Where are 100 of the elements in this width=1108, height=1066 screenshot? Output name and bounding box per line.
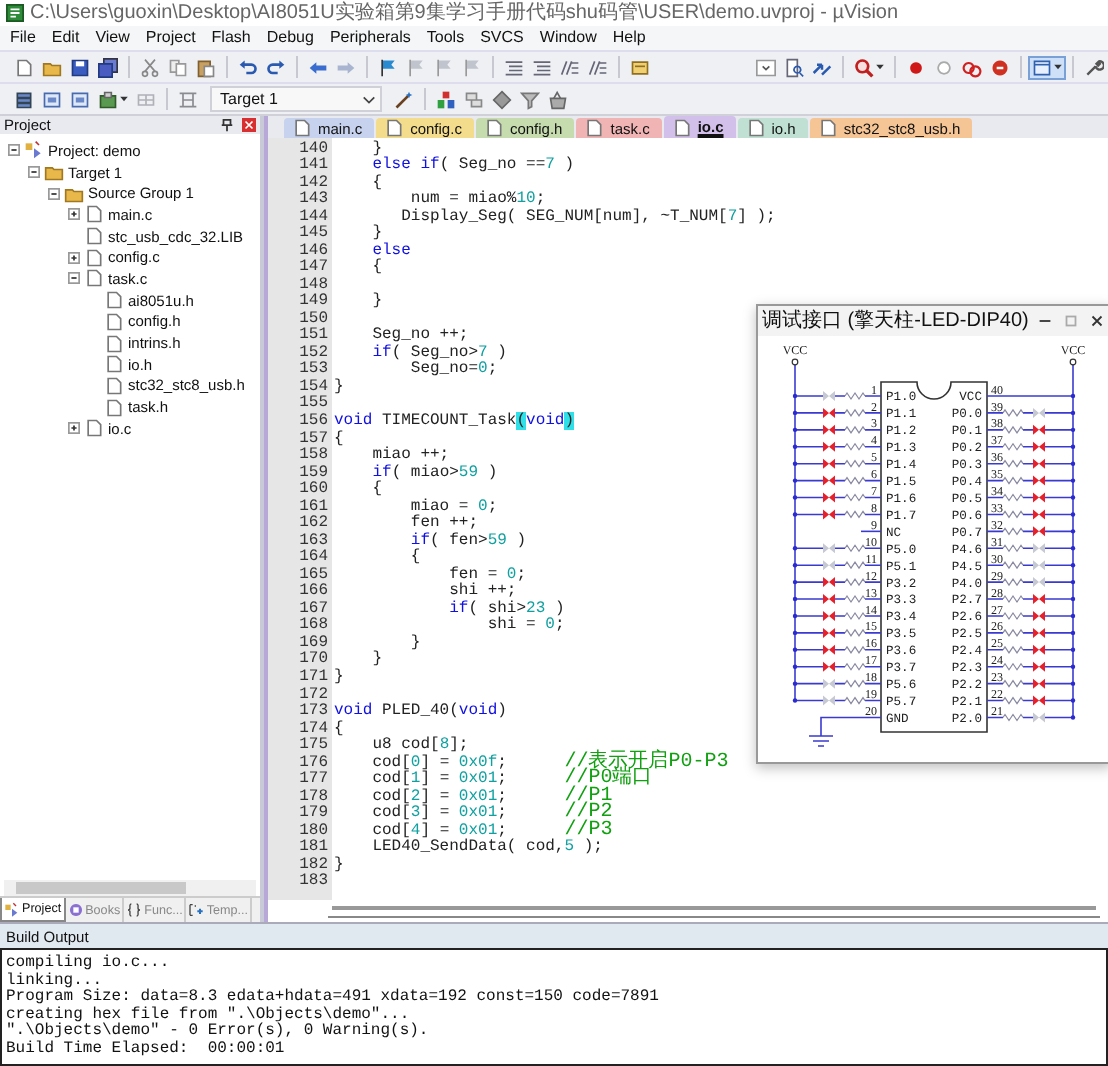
menu-item[interactable]: Debug xyxy=(266,28,314,48)
code-line: void PLED_40(void) xyxy=(334,704,507,721)
close-icon[interactable] xyxy=(1088,312,1106,330)
document-search-icon[interactable] xyxy=(784,57,804,77)
arrows-icon[interactable] xyxy=(812,57,832,77)
file-icon xyxy=(104,311,124,332)
uncomment-icon[interactable] xyxy=(588,57,608,77)
code-line: fen ++; xyxy=(408,516,479,533)
new-file-icon[interactable] xyxy=(14,57,34,77)
junction-dot xyxy=(792,647,798,652)
caret-icon[interactable] xyxy=(876,64,884,70)
build-icon[interactable] xyxy=(42,89,62,109)
expander-icon[interactable] xyxy=(68,251,80,264)
line-number: 171 xyxy=(297,669,328,687)
line-number: 159 xyxy=(297,465,328,482)
code-line: Display_Seg( SEG_NUM[num], ~T_NUM[7] ); xyxy=(399,209,776,227)
expander-icon[interactable] xyxy=(8,144,20,157)
junction-dot xyxy=(792,613,798,619)
menu-item[interactable]: Window xyxy=(539,28,597,48)
undo-icon[interactable] xyxy=(238,57,258,77)
caret-icon[interactable] xyxy=(120,96,128,102)
arrow-left-icon[interactable] xyxy=(308,57,328,77)
stack-icon[interactable] xyxy=(464,89,484,109)
breakpoint-icon[interactable] xyxy=(906,57,926,77)
translate-icon[interactable] xyxy=(14,89,34,109)
line-number: 146 xyxy=(297,243,328,260)
code-line: { xyxy=(370,175,383,193)
menu-item[interactable]: Tools xyxy=(426,28,465,48)
basket-icon[interactable] xyxy=(548,89,568,109)
copy-icon[interactable] xyxy=(168,57,188,77)
window-button[interactable] xyxy=(1028,55,1066,79)
resistor-icon xyxy=(844,594,866,604)
menu-item[interactable]: Edit xyxy=(51,28,80,48)
target-dropdown[interactable]: Target 1 xyxy=(210,86,382,112)
junction-dot xyxy=(1070,512,1076,517)
resistor-icon xyxy=(1002,442,1024,451)
junction-dot xyxy=(1070,596,1076,602)
menu-item[interactable]: File xyxy=(10,28,36,48)
junction-dot xyxy=(792,410,798,416)
menu-item[interactable]: View xyxy=(95,28,130,48)
file-icon xyxy=(84,247,104,268)
expander-icon[interactable] xyxy=(68,208,80,221)
dropdown-icon[interactable] xyxy=(756,57,776,77)
code-line: if( Seg_no>7 ) xyxy=(370,345,507,362)
stop-icon[interactable] xyxy=(990,57,1010,77)
save-all-icon[interactable] xyxy=(98,57,118,77)
blocks-icon[interactable] xyxy=(436,89,456,109)
line-number: 141 xyxy=(297,158,328,175)
junction-dot xyxy=(1070,393,1076,399)
pin-icon[interactable] xyxy=(220,118,234,132)
resistor-icon xyxy=(844,459,866,468)
resistor-icon xyxy=(1002,578,1024,587)
funnel-icon[interactable] xyxy=(520,89,540,109)
scrollbar[interactable] xyxy=(4,880,256,896)
book-icon xyxy=(67,902,84,918)
file-icon xyxy=(104,333,124,354)
menu-item[interactable]: Project xyxy=(145,28,196,48)
diamond-icon[interactable] xyxy=(492,89,512,109)
expander-icon[interactable] xyxy=(28,166,40,179)
expander-icon[interactable] xyxy=(68,272,80,285)
menu-item[interactable]: Help xyxy=(612,28,646,48)
batch-icon[interactable] xyxy=(178,89,198,109)
output-line: ".\Objects\demo" - 0 Error(s), 0 Warning(s). xyxy=(6,1024,431,1040)
resistor-icon xyxy=(844,561,866,570)
junction-dot xyxy=(1070,410,1076,416)
comment-icon[interactable] xyxy=(560,57,580,77)
search-icon[interactable] xyxy=(854,57,874,77)
code-line: } xyxy=(370,226,383,243)
settings-icon[interactable] xyxy=(1084,57,1104,77)
resistor-icon xyxy=(1002,561,1024,570)
outdent-icon[interactable] xyxy=(532,57,552,77)
code-line: cod[4] = 0x01; //P3 xyxy=(370,823,613,841)
flag-icon[interactable] xyxy=(378,57,398,77)
junction-dot xyxy=(792,630,798,636)
rings-icon[interactable] xyxy=(962,57,982,77)
indent-icon[interactable] xyxy=(504,57,524,77)
menu-item[interactable]: SVCS xyxy=(480,28,524,48)
resistor-icon xyxy=(1002,408,1024,417)
line-number: 152 xyxy=(297,345,328,362)
menu-item[interactable]: Flash xyxy=(211,28,251,48)
line-number: 180 xyxy=(297,823,328,840)
load-icon[interactable] xyxy=(98,89,118,109)
resistor-icon xyxy=(1002,476,1024,485)
rebuild-icon[interactable] xyxy=(70,89,90,109)
magic-wand-icon[interactable] xyxy=(394,89,414,109)
caret-icon[interactable] xyxy=(1054,64,1062,70)
scissors-icon[interactable] xyxy=(140,57,160,77)
redo-icon[interactable] xyxy=(266,57,286,77)
save-icon[interactable] xyxy=(70,57,90,77)
expander-icon[interactable] xyxy=(68,422,80,435)
clipboard-icon[interactable] xyxy=(196,57,216,77)
scrollbar[interactable] xyxy=(328,900,1100,918)
folder-icon[interactable] xyxy=(42,57,62,77)
resistor-icon xyxy=(1002,459,1024,468)
resistor-icon xyxy=(844,544,866,553)
line-number: 153 xyxy=(297,362,328,379)
menu-item[interactable]: Peripherals xyxy=(329,28,411,48)
junction-dot xyxy=(792,444,798,449)
resistor-icon xyxy=(1002,493,1024,502)
expander-icon[interactable] xyxy=(48,187,60,200)
